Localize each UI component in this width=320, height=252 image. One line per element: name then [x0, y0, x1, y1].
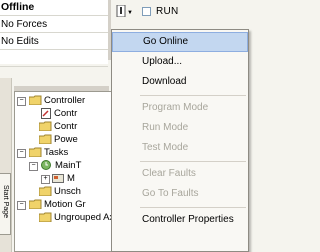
folder-icon [29, 199, 42, 209]
tab-start-page[interactable]: Start Page [0, 173, 11, 235]
folder-icon [29, 147, 42, 157]
menu-separator [140, 95, 246, 96]
tree-item-label: Motion Gr [44, 199, 86, 210]
mode-dropdown-arrow[interactable]: ▼ [127, 10, 133, 16]
menu-program-mode[interactable]: Program Mode [112, 98, 248, 118]
status-edits[interactable]: No Edits [0, 34, 108, 50]
tree-item-label: Contr [54, 108, 78, 119]
menu-run-mode[interactable]: Run Mode [112, 118, 248, 138]
program-icon [52, 174, 64, 183]
folder-icon [39, 134, 52, 144]
status-forces[interactable]: No Forces [0, 17, 108, 33]
expand-icon[interactable]: + [41, 175, 50, 184]
collapse-icon[interactable]: − [17, 149, 26, 158]
menu-clear-faults[interactable]: Clear Faults [112, 164, 248, 184]
key-icon[interactable] [116, 5, 126, 17]
collapse-icon[interactable]: − [29, 162, 38, 171]
controller-mode-menu: Go Online Upload... Download Program Mod… [111, 29, 249, 252]
status-mode[interactable]: Offline [0, 0, 108, 16]
menu-separator [140, 207, 246, 208]
controller-status-panel: Offline No Forces No Edits [0, 0, 108, 67]
tab-start-page-label: Start Page [2, 184, 9, 219]
menu-download[interactable]: Download [112, 72, 248, 92]
tree-item-label: M [67, 173, 75, 184]
folder-icon [39, 212, 52, 222]
tree-item-label: Controller [44, 95, 86, 106]
menu-go-online[interactable]: Go Online [112, 32, 248, 52]
folder-icon [39, 121, 52, 131]
folder-icon [29, 95, 42, 105]
menu-upload[interactable]: Upload... [112, 52, 248, 72]
task-icon [41, 160, 51, 170]
menu-controller-properties[interactable]: Controller Properties [112, 210, 248, 230]
status-empty-row [0, 51, 108, 67]
menu-separator [140, 161, 246, 162]
collapse-icon[interactable]: − [17, 97, 26, 106]
run-checkbox[interactable] [142, 7, 151, 16]
side-tab-bar: Start Page [0, 78, 12, 252]
tree-item-label: MainT [55, 160, 82, 171]
run-label: RUN [156, 6, 179, 17]
tree-item-label: Contr [54, 121, 78, 132]
menu-go-to-faults[interactable]: Go To Faults [112, 184, 248, 204]
controller-tags-icon [41, 108, 51, 119]
tree-item-label: Unsch [54, 186, 81, 197]
folder-icon [39, 186, 52, 196]
tree-item-label: Tasks [44, 147, 69, 158]
collapse-icon[interactable]: − [17, 201, 26, 210]
mode-toolbar: ▼ RUN [111, 0, 249, 24]
tree-item-label: Powe [54, 134, 78, 145]
menu-test-mode[interactable]: Test Mode [112, 138, 248, 158]
